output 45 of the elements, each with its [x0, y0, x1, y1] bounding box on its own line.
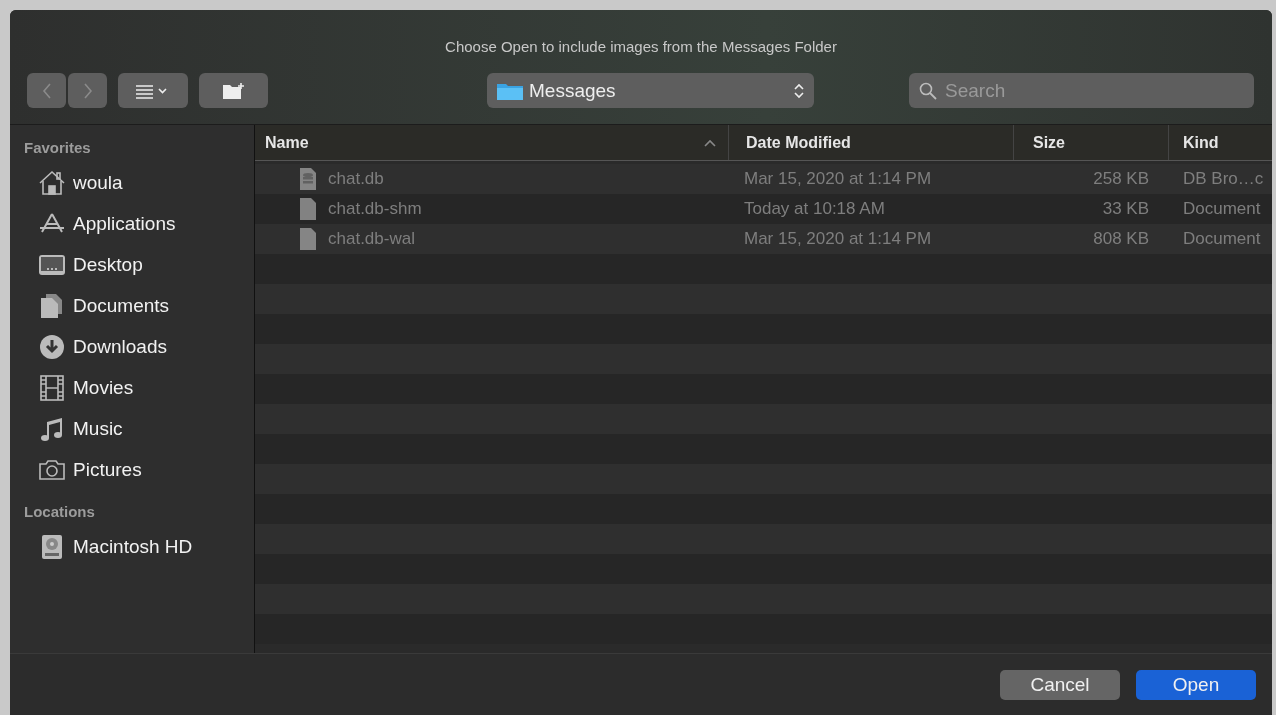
new-folder-button[interactable]: [199, 73, 268, 108]
sidebar-item[interactable]: woula: [24, 162, 254, 203]
sidebar-item[interactable]: Applications: [24, 203, 254, 244]
file-name: chat.db-shm: [328, 199, 422, 219]
kind-cell: Document: [1183, 229, 1261, 249]
column-header[interactable]: Kind: [1169, 125, 1271, 160]
sidebar-item[interactable]: Pictures: [24, 449, 254, 490]
kind-cell: Document: [1183, 199, 1261, 219]
location-dropdown[interactable]: Messages: [487, 73, 814, 108]
chevron-right-icon: [82, 82, 93, 99]
view-options-button[interactable]: [118, 73, 188, 108]
size-cell: 33 KB: [1102, 199, 1149, 219]
date-cell: Mar 15, 2020 at 1:14 PM: [744, 229, 932, 249]
search-field[interactable]: Search: [909, 73, 1254, 108]
home-icon: [38, 169, 66, 196]
size-cell: 808 KB: [1093, 229, 1149, 249]
sidebar-item[interactable]: Documents: [24, 285, 254, 326]
sidebar-item[interactable]: Downloads: [24, 326, 254, 367]
open-button[interactable]: Open: [1136, 669, 1256, 700]
date-cell: Mar 15, 2020 at 1:14 PM: [744, 169, 932, 189]
folder-icon: [497, 81, 523, 100]
file-name: chat.db: [328, 169, 384, 189]
size-cell: 258 KB: [1093, 169, 1149, 189]
file-name: chat.db-wal: [328, 229, 415, 249]
sidebar-item[interactable]: Movies: [24, 367, 254, 408]
cancel-button[interactable]: Cancel: [1000, 669, 1120, 700]
sidebar-heading: Favorites: [24, 139, 92, 158]
up-down-chevron-icon: [794, 81, 804, 100]
sidebar-heading: Locations: [24, 503, 96, 522]
chevron-left-icon: [41, 82, 52, 99]
column-header[interactable]: Size: [1014, 125, 1169, 160]
new-folder-icon: [221, 81, 246, 100]
document-icon: [300, 198, 316, 220]
database-file-icon: [300, 168, 316, 190]
document-icon: [300, 228, 316, 250]
date-cell: Today at 10:18 AM: [744, 199, 885, 219]
column-header[interactable]: Date Modified: [729, 125, 1014, 160]
window-title: Choose Open to include images from the Messages Folder: [444, 38, 838, 57]
movies-icon: [38, 374, 66, 401]
sidebar-item[interactable]: Macintosh HD: [24, 526, 254, 567]
sidebar-item[interactable]: Music: [24, 408, 254, 449]
column-header[interactable]: Name: [255, 125, 729, 160]
downloads-icon: [38, 333, 66, 360]
kind-cell: DB Bro…c: [1183, 169, 1264, 189]
sidebar-item[interactable]: Desktop: [24, 244, 254, 285]
